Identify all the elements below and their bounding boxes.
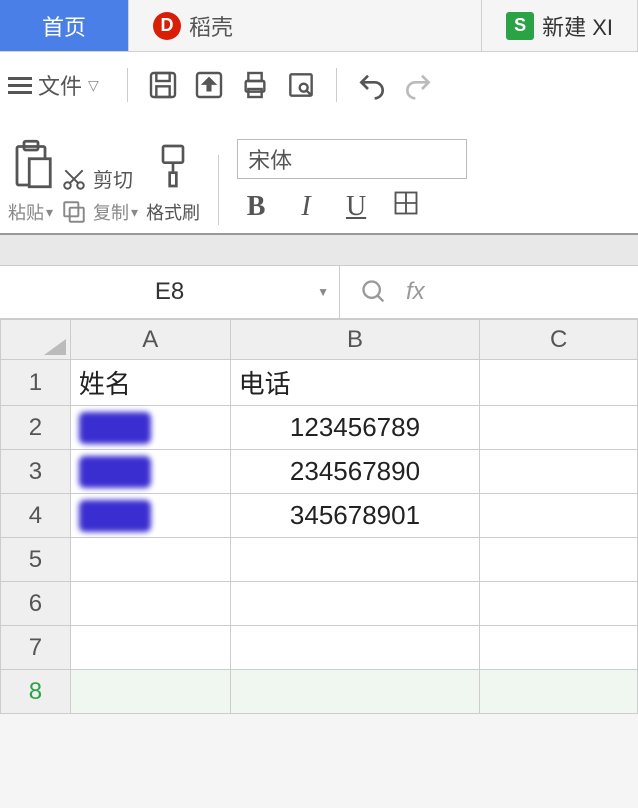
tab-home[interactable]: 首页 <box>0 0 129 51</box>
tab-docer-label: 稻壳 <box>189 10 233 42</box>
grid-table: A B C 1 姓名 电话 2 123456789 3 234567890 4 … <box>0 319 638 714</box>
preview-button[interactable] <box>280 64 322 106</box>
cell-b8[interactable] <box>230 670 480 714</box>
select-all-corner[interactable] <box>1 320 71 360</box>
zoom-icon[interactable] <box>360 278 388 306</box>
format-brush-label: 格式刷 <box>146 199 200 225</box>
cell-b2[interactable]: 123456789 <box>230 406 480 450</box>
redo-button[interactable] <box>397 64 439 106</box>
cut-button[interactable]: 剪切 <box>61 164 138 193</box>
cell-a8[interactable] <box>70 670 230 714</box>
col-header-c[interactable]: C <box>480 320 638 360</box>
docer-icon: D <box>153 12 181 40</box>
cell-reference-value: E8 <box>155 278 184 306</box>
col-header-b[interactable]: B <box>230 320 480 360</box>
cell-a1[interactable]: 姓名 <box>70 360 230 406</box>
brush-icon <box>153 142 193 195</box>
row-header-2[interactable]: 2 <box>1 406 71 450</box>
row-header-3[interactable]: 3 <box>1 450 71 494</box>
copy-button[interactable]: 复制▾ <box>61 199 138 225</box>
cell-a3[interactable] <box>70 450 230 494</box>
format-brush-group[interactable]: 格式刷 <box>146 142 200 225</box>
cell-a2[interactable] <box>70 406 230 450</box>
save-button[interactable] <box>142 64 184 106</box>
cell-b1[interactable]: 电话 <box>230 360 480 406</box>
cell-c8 <box>480 670 638 714</box>
cell-c5[interactable] <box>480 538 638 582</box>
formula-bar: E8 ▼ fx <box>0 265 638 319</box>
divider <box>127 68 128 102</box>
paste-icon <box>10 138 52 195</box>
cell-c1[interactable] <box>480 360 638 406</box>
cell-b5[interactable] <box>230 538 480 582</box>
print-button[interactable] <box>234 64 276 106</box>
col-header-a[interactable]: A <box>70 320 230 360</box>
italic-button[interactable]: I <box>287 191 325 223</box>
toolbar-row-quick: 文件 ▽ <box>8 64 630 124</box>
file-menu-label: 文件 <box>38 69 82 101</box>
toolbar-row-main: 粘贴▾ 剪切 复制▾ 格式刷 B <box>8 138 630 225</box>
paste-label: 粘贴▾ <box>8 199 53 225</box>
divider <box>336 68 337 102</box>
row-header-4[interactable]: 4 <box>1 494 71 538</box>
redacted-name <box>79 456 151 488</box>
sheet-icon: S <box>506 12 534 40</box>
cell-b4[interactable]: 345678901 <box>230 494 480 538</box>
cell-c4[interactable] <box>480 494 638 538</box>
cell-b3[interactable]: 234567890 <box>230 450 480 494</box>
row-header-8[interactable]: 8 <box>1 670 71 714</box>
row-header-7[interactable]: 7 <box>1 626 71 670</box>
cell-c3[interactable] <box>480 450 638 494</box>
chevron-down-icon: ▽ <box>88 77 99 94</box>
cut-label: 剪切 <box>93 164 133 193</box>
undo-button[interactable] <box>351 64 393 106</box>
tab-docer[interactable]: D 稻壳 <box>129 0 482 51</box>
spreadsheet: A B C 1 姓名 电话 2 123456789 3 234567890 4 … <box>0 319 638 714</box>
top-tabs: 首页 D 稻壳 S 新建 XI <box>0 0 638 52</box>
bold-button[interactable]: B <box>237 191 275 223</box>
cell-a5[interactable] <box>70 538 230 582</box>
fx-button[interactable]: fx <box>406 278 425 306</box>
redacted-name <box>79 500 151 532</box>
cell-a4[interactable] <box>70 494 230 538</box>
format-buttons: B I U <box>237 189 467 225</box>
gap-area <box>0 235 638 265</box>
export-button[interactable] <box>188 64 230 106</box>
cell-c6[interactable] <box>480 582 638 626</box>
cell-b7[interactable] <box>230 626 480 670</box>
file-menu[interactable]: 文件 ▽ <box>8 69 99 101</box>
cell-c2[interactable] <box>480 406 638 450</box>
cut-copy-group: 剪切 复制▾ <box>61 164 138 225</box>
divider <box>218 155 219 225</box>
redacted-name <box>79 412 151 444</box>
cell-b6[interactable] <box>230 582 480 626</box>
cell-a7[interactable] <box>70 626 230 670</box>
tab-new-label: 新建 XI <box>542 10 613 42</box>
font-name-input[interactable] <box>237 139 467 179</box>
paste-group[interactable]: 粘贴▾ <box>8 138 53 225</box>
row-header-5[interactable]: 5 <box>1 538 71 582</box>
row-header-1[interactable]: 1 <box>1 360 71 406</box>
hamburger-icon <box>8 73 32 98</box>
tab-new-sheet[interactable]: S 新建 XI <box>482 0 638 51</box>
cell-c7[interactable] <box>480 626 638 670</box>
cell-a6[interactable] <box>70 582 230 626</box>
row-header-6[interactable]: 6 <box>1 582 71 626</box>
copy-label: 复制▾ <box>93 199 138 225</box>
border-button[interactable] <box>387 189 425 225</box>
toolbar: 文件 ▽ 粘贴▾ <box>0 52 638 235</box>
formula-tools: fx <box>340 278 445 306</box>
cell-reference-box[interactable]: E8 ▼ <box>0 266 340 318</box>
font-group: B I U <box>237 139 467 225</box>
chevron-down-icon[interactable]: ▼ <box>317 285 329 299</box>
underline-button[interactable]: U <box>337 191 375 223</box>
